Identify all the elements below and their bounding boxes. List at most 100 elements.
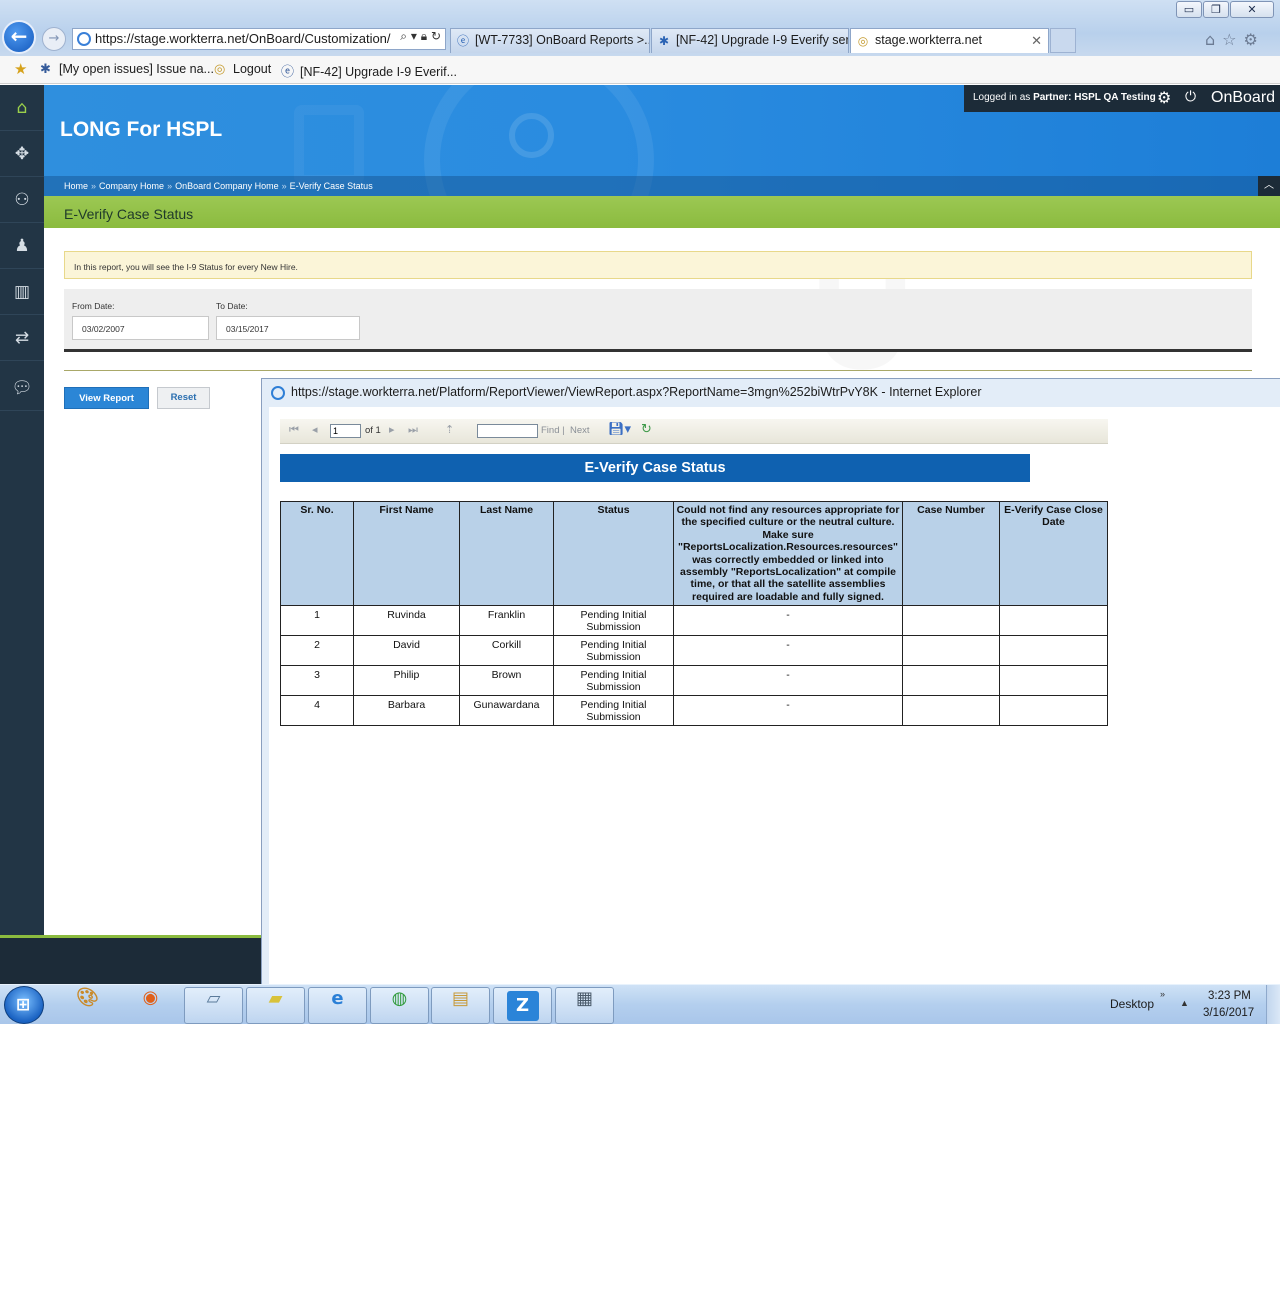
sidebar-users-config[interactable]: ⚇: [0, 177, 44, 223]
column-header: E-Verify Case Close Date: [999, 500, 1108, 607]
next-page-icon[interactable]: ▸: [389, 423, 395, 436]
chat-bubble-icon: 💬︎: [11, 378, 33, 398]
column-header: First Name: [353, 500, 460, 607]
person-icon: ♟: [14, 236, 30, 256]
view-report-button[interactable]: View Report: [64, 387, 149, 409]
tab-stage-workterra[interactable]: ◎ stage.workterra.net ✕: [850, 28, 1049, 53]
address-bar[interactable]: https://stage.workterra.net/OnBoard/Cust…: [72, 28, 446, 50]
desktop-toolbar-label[interactable]: Desktop: [1110, 997, 1154, 1011]
restore-button[interactable]: ❐: [1203, 1, 1229, 18]
dropdown-icon[interactable]: ▾: [411, 29, 417, 43]
breadcrumb-home[interactable]: Home: [64, 181, 88, 191]
fav-nf-42[interactable]: ⓔ [NF-42] Upgrade I-9 Everif...: [281, 61, 457, 80]
table-row: 1 Ruvinda Franklin Pending Initial Submi…: [280, 605, 1108, 637]
collapse-header-button[interactable]: ︿: [1258, 176, 1280, 196]
column-header: Status: [553, 500, 674, 607]
table-cell: -: [673, 695, 903, 727]
find-next-link[interactable]: Next: [570, 425, 590, 436]
power-icon[interactable]: ⏻: [1185, 89, 1196, 105]
z-app-icon[interactable]: Z: [493, 987, 552, 1024]
clock-time[interactable]: 3:23 PM: [1208, 990, 1251, 1002]
first-page-icon[interactable]: ⏮: [289, 423, 299, 437]
info-box: In this report, you will see the I-9 Sta…: [64, 251, 1252, 279]
logged-in-prefix: Logged in as: [973, 92, 1031, 103]
header-decoration: [509, 113, 554, 158]
table-cell: 1: [280, 605, 354, 637]
double-chevron-icon[interactable]: »: [1160, 989, 1165, 999]
calculator-icon[interactable]: ▦: [555, 987, 614, 1024]
sidebar: ⌂ ✥ ⚇ ♟ ▥ ⇄ 💬︎: [0, 85, 44, 935]
reset-button[interactable]: Reset: [157, 387, 210, 409]
to-date-input[interactable]: 03/15/2017: [216, 316, 360, 340]
clock-date[interactable]: 3/16/2017: [1203, 1007, 1254, 1019]
sidebar-home[interactable]: ⌂: [0, 85, 44, 131]
breadcrumb-onboard-company-home[interactable]: OnBoard Company Home: [175, 181, 279, 191]
back-button[interactable]: ←: [2, 20, 36, 54]
table-row: 4 Barbara Gunawardana Pending Initial Su…: [280, 695, 1108, 727]
new-tab-button[interactable]: [1050, 28, 1076, 53]
favorites-star-icon[interactable]: ★: [14, 60, 27, 78]
search-icon[interactable]: ⌕: [400, 29, 407, 43]
to-date-label: To Date:: [216, 301, 248, 311]
sidebar-reports[interactable]: ▥: [0, 269, 44, 315]
sidebar-customization[interactable]: ✥: [0, 131, 44, 177]
tab-nf-42[interactable]: ✱ [NF-42] Upgrade I-9 Everify ser...: [651, 28, 849, 53]
window-icon[interactable]: ▱: [184, 987, 243, 1024]
table-cell: Pending Initial Submission: [553, 635, 674, 667]
settings-gear-icon[interactable]: ⚙: [1157, 88, 1171, 107]
internet-explorer-icon[interactable]: e: [308, 987, 367, 1024]
address-text: https://stage.workterra.net/OnBoard/Cust…: [95, 31, 391, 46]
table-cell: [999, 665, 1108, 697]
tab-label: [WT-7733] OnBoard Reports >...: [475, 33, 650, 47]
popup-body: ⏮ ◂ 1 of 1 ▸ ⏭ ⇡ Find | Next 💾︎▾ ↻ E-Ver…: [269, 407, 1280, 987]
sticky-notes-icon[interactable]: ▰: [246, 987, 305, 1024]
chrome-icon[interactable]: ◍: [370, 987, 429, 1024]
refresh-icon[interactable]: ↻: [641, 422, 652, 437]
show-hidden-icons-arrow[interactable]: ▲: [1180, 998, 1189, 1008]
sidebar-employees[interactable]: ♟: [0, 223, 44, 269]
from-date-input[interactable]: 03/02/2007: [72, 316, 209, 340]
close-tab-icon[interactable]: ✕: [1031, 29, 1042, 52]
table-cell: -: [673, 635, 903, 667]
forward-button[interactable]: →: [42, 27, 66, 51]
fav-logout[interactable]: ◎ Logout: [214, 61, 271, 77]
export-save-icon[interactable]: 💾︎▾: [608, 422, 631, 437]
previous-page-icon[interactable]: ◂: [312, 423, 318, 436]
column-header: Last Name: [459, 500, 554, 607]
sidebar-messages[interactable]: 💬︎: [0, 365, 44, 411]
breadcrumb-company-home[interactable]: Company Home: [99, 181, 164, 191]
table-cell: Pending Initial Submission: [553, 605, 674, 637]
sidebar-transfers[interactable]: ⇄: [0, 315, 44, 361]
firefox-icon[interactable]: ◉: [121, 987, 180, 1024]
tab-label: stage.workterra.net: [875, 33, 982, 47]
back-to-parent-icon[interactable]: ⇡: [445, 423, 454, 436]
last-page-icon[interactable]: ⏭: [408, 423, 418, 437]
table-cell: [999, 605, 1108, 637]
jira-icon: ✱: [658, 34, 670, 48]
home-icon[interactable]: ⌂: [1205, 30, 1222, 49]
lock-icon[interactable]: 🔒︎: [421, 29, 427, 43]
refresh-icon[interactable]: ↻: [431, 29, 441, 43]
paint-icon[interactable]: 🎨︎: [58, 987, 117, 1024]
tab-wt-7733[interactable]: ⓔ [WT-7733] OnBoard Reports >...: [450, 28, 650, 53]
table-cell: [999, 695, 1108, 727]
fav-label: [My open issues] Issue na...: [59, 62, 214, 76]
table-cell: -: [673, 605, 903, 637]
close-window-button[interactable]: ✕: [1230, 1, 1274, 18]
start-button[interactable]: ⊞: [4, 986, 44, 1024]
forward-arrow-icon: →: [48, 31, 60, 46]
find-link[interactable]: Find |: [541, 425, 565, 436]
partner-name: HSPL QA Testing: [1074, 92, 1156, 103]
table-header-row: Sr. No. First Name Last Name Status Coul…: [280, 500, 1108, 607]
workterra-icon: ◎: [214, 61, 226, 76]
file-explorer-icon[interactable]: ▤: [431, 987, 490, 1024]
page-number-input[interactable]: 1: [330, 424, 361, 438]
browser-titlebar: ▭ ❐ ✕ ← → https://stage.workterra.net/On…: [0, 0, 1280, 56]
find-input[interactable]: [477, 424, 538, 438]
fav-my-open-issues[interactable]: ✱ [My open issues] Issue na...: [40, 61, 214, 77]
tools-gear-icon[interactable]: ⚙: [1244, 30, 1265, 49]
favorites-bar: ★ ✱ [My open issues] Issue na... ◎ Logout …: [0, 56, 1280, 84]
minimize-button[interactable]: ▭: [1176, 1, 1202, 18]
favorites-star-icon[interactable]: ☆: [1222, 30, 1243, 49]
show-desktop-button[interactable]: [1266, 985, 1280, 1024]
